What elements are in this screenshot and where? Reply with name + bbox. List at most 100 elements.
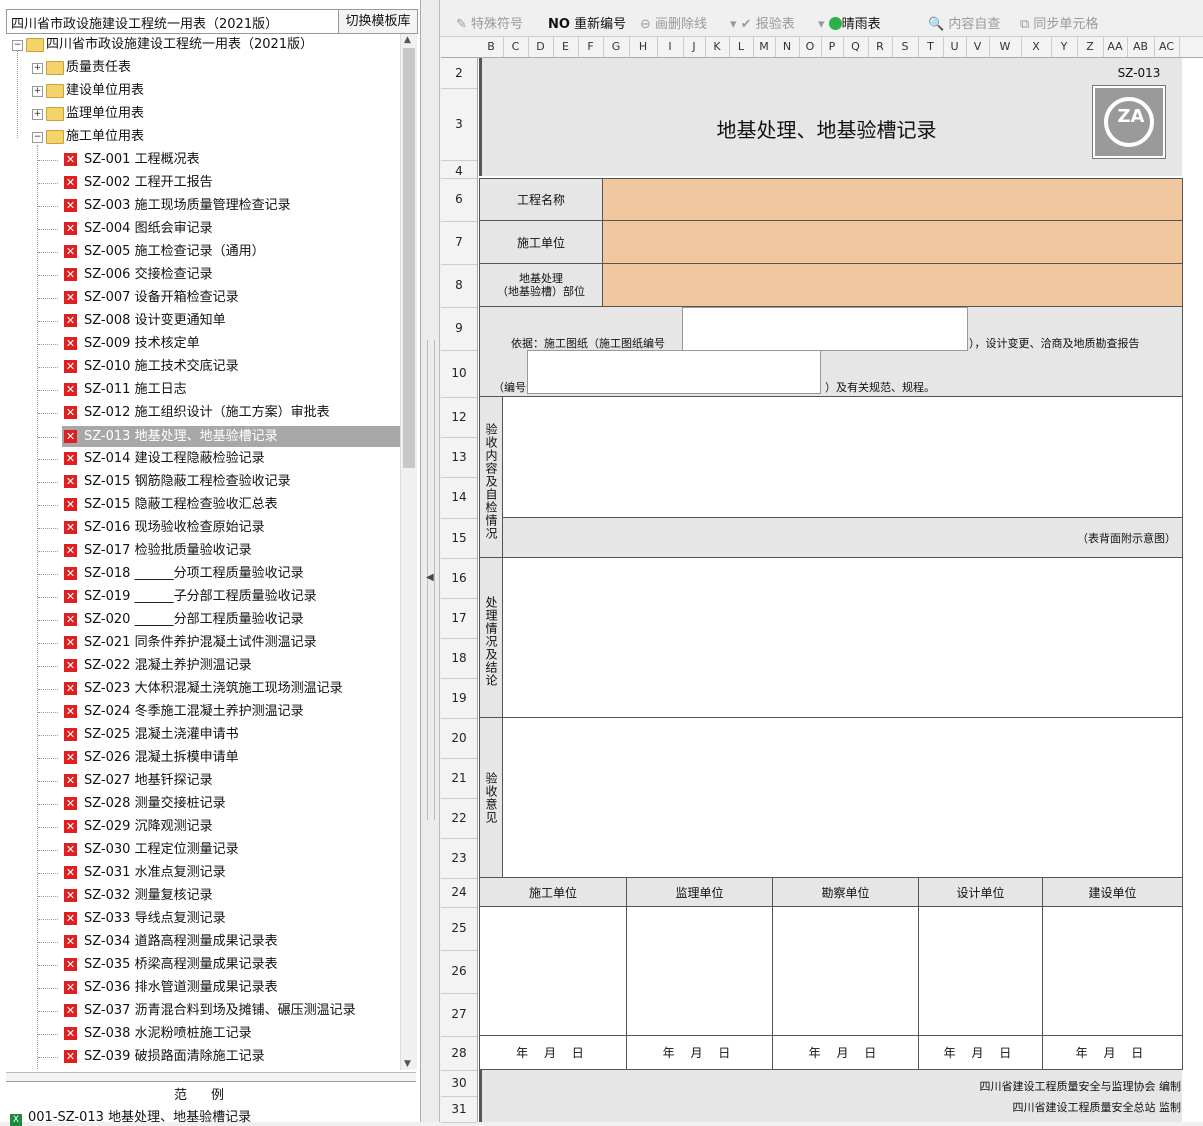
column-header-cell[interactable]: AA: [1103, 37, 1128, 57]
column-header-cell[interactable]: AB: [1127, 37, 1155, 57]
row-header-cell[interactable]: 15: [441, 518, 477, 558]
tree-item-label: SZ-027 地基钎探记录: [84, 773, 213, 788]
row-header-cell[interactable]: 24: [441, 878, 477, 907]
row-header-cell[interactable]: 7: [441, 221, 477, 264]
opinion-field[interactable]: [503, 718, 1183, 878]
column-header-cell[interactable]: AC: [1154, 37, 1180, 57]
column-header-cell[interactable]: Q: [843, 37, 869, 57]
special-symbol-button[interactable]: ✎ 特殊符号: [456, 13, 523, 32]
column-header-cell[interactable]: W: [989, 37, 1022, 57]
row-header-cell[interactable]: 2: [441, 58, 477, 88]
column-header-cell[interactable]: D: [528, 37, 554, 57]
column-header-cell[interactable]: L: [729, 37, 754, 57]
signature-field[interactable]: [1043, 907, 1183, 1036]
column-header-cell[interactable]: T: [918, 37, 944, 57]
collapse-left-icon[interactable]: ◀: [426, 572, 434, 583]
column-header-cell[interactable]: M: [753, 37, 776, 57]
row-header-cell[interactable]: 9: [441, 307, 477, 350]
folder-icon: [46, 107, 64, 121]
sign-date[interactable]: 年 月 日: [627, 1036, 773, 1070]
panel-divider[interactable]: ◀: [421, 0, 440, 1122]
row-header-cell[interactable]: 31: [441, 1096, 477, 1122]
column-header-cell[interactable]: I: [657, 37, 684, 57]
tree-root[interactable]: − 四川省市政设施建设工程统一用表（2021版）: [10, 34, 400, 56]
row-header-cell[interactable]: 16: [441, 558, 477, 598]
renumber-button[interactable]: NO 重新编号: [548, 13, 626, 32]
row-header-cell[interactable]: 19: [441, 678, 477, 718]
column-header-cell[interactable]: R: [868, 37, 893, 57]
scrollbar-thumb[interactable]: [403, 48, 415, 468]
template-library-selector[interactable]: 四川省市政设施建设工程统一用表（2021版） 切换模板库: [6, 9, 418, 34]
sign-date[interactable]: 年 月 日: [479, 1036, 627, 1070]
row-header-cell[interactable]: 14: [441, 477, 477, 518]
row-header-cell[interactable]: 25: [441, 907, 477, 950]
column-header-cell[interactable]: G: [603, 37, 630, 57]
signature-field[interactable]: [773, 907, 919, 1036]
row-header-cell[interactable]: 6: [441, 178, 477, 221]
report-button[interactable]: ▾ ✔ 报验表: [730, 13, 795, 32]
row-header-cell[interactable]: 27: [441, 993, 477, 1036]
switch-template-library-button[interactable]: 切换模板库: [338, 10, 417, 33]
row-header-cell[interactable]: 30: [441, 1070, 477, 1096]
column-header-cell[interactable]: N: [775, 37, 800, 57]
scroll-down-icon[interactable]: ▼: [404, 1059, 411, 1069]
tree-item[interactable]: ✕ SZ-013 地基处理、地基验槽记录: [38, 426, 400, 447]
column-header-cell[interactable]: O: [799, 37, 822, 57]
expand-icon[interactable]: +: [32, 63, 43, 74]
row-header-cell[interactable]: 21: [441, 758, 477, 798]
construction-unit-field[interactable]: [603, 221, 1183, 264]
example-item[interactable]: X 001-SZ-013 地基处理、地基验槽记录: [10, 1106, 251, 1126]
column-header-cell[interactable]: X: [1021, 37, 1052, 57]
row-header-cell[interactable]: 18: [441, 638, 477, 678]
column-header-cell[interactable]: S: [892, 37, 919, 57]
weather-button[interactable]: ▾ 晴雨表: [818, 13, 881, 32]
inspection-content-field[interactable]: [503, 397, 1183, 518]
signature-field[interactable]: [479, 907, 627, 1036]
location-field[interactable]: [603, 264, 1183, 307]
column-header-cell[interactable]: E: [553, 37, 579, 57]
column-header-cell[interactable]: U: [943, 37, 967, 57]
row-header-cell[interactable]: 20: [441, 718, 477, 758]
drawing-number-field[interactable]: [682, 307, 968, 351]
self-check-button[interactable]: 🔍 内容自查: [928, 13, 1000, 32]
row-header-cell[interactable]: 28: [441, 1036, 477, 1070]
expand-icon[interactable]: +: [32, 86, 43, 97]
signature-field[interactable]: [919, 907, 1043, 1036]
column-header-cell[interactable]: Y: [1051, 37, 1078, 57]
row-header-cell[interactable]: 3: [441, 88, 477, 160]
sign-date[interactable]: 年 月 日: [773, 1036, 919, 1070]
sign-date[interactable]: 年 月 日: [1043, 1036, 1183, 1070]
panel-splitter[interactable]: [6, 1072, 416, 1081]
row-header-cell[interactable]: 10: [441, 350, 477, 397]
column-header-cell[interactable]: F: [578, 37, 604, 57]
column-header-cell[interactable]: B: [479, 37, 504, 57]
signature-field[interactable]: [627, 907, 773, 1036]
column-header-cell[interactable]: K: [705, 37, 730, 57]
row-header-cell[interactable]: 23: [441, 838, 477, 878]
row-header-cell[interactable]: 22: [441, 798, 477, 838]
column-header-cell[interactable]: P: [821, 37, 844, 57]
weather-icon: [828, 17, 842, 30]
row-header-cell[interactable]: 26: [441, 950, 477, 993]
report-number-field[interactable]: [527, 350, 821, 394]
row-header-cell[interactable]: 17: [441, 598, 477, 638]
sign-date[interactable]: 年 月 日: [919, 1036, 1043, 1070]
collapse-icon[interactable]: −: [32, 132, 43, 143]
column-header-cell[interactable]: C: [503, 37, 529, 57]
column-header-cell[interactable]: H: [629, 37, 658, 57]
column-header-cell[interactable]: V: [966, 37, 990, 57]
strikethrough-button[interactable]: ⊖ 画删除线: [640, 13, 707, 32]
row-header-cell[interactable]: 13: [441, 437, 477, 477]
project-name-field[interactable]: [603, 178, 1183, 221]
row-header-cell[interactable]: 8: [441, 264, 477, 307]
row-header-cell[interactable]: 12: [441, 397, 477, 437]
sync-cells-button[interactable]: ⧉ 同步单元格: [1020, 13, 1098, 32]
column-header-cell[interactable]: Z: [1077, 37, 1104, 57]
column-header-cell[interactable]: J: [683, 37, 706, 57]
scroll-up-icon[interactable]: ▲: [404, 35, 411, 45]
row-header-cell[interactable]: 4: [441, 165, 477, 178]
tree-scrollbar[interactable]: ▲ ▼: [400, 34, 417, 1070]
expand-icon[interactable]: +: [32, 109, 43, 120]
table-icon: ✕: [64, 314, 77, 327]
treatment-field[interactable]: [503, 558, 1183, 718]
